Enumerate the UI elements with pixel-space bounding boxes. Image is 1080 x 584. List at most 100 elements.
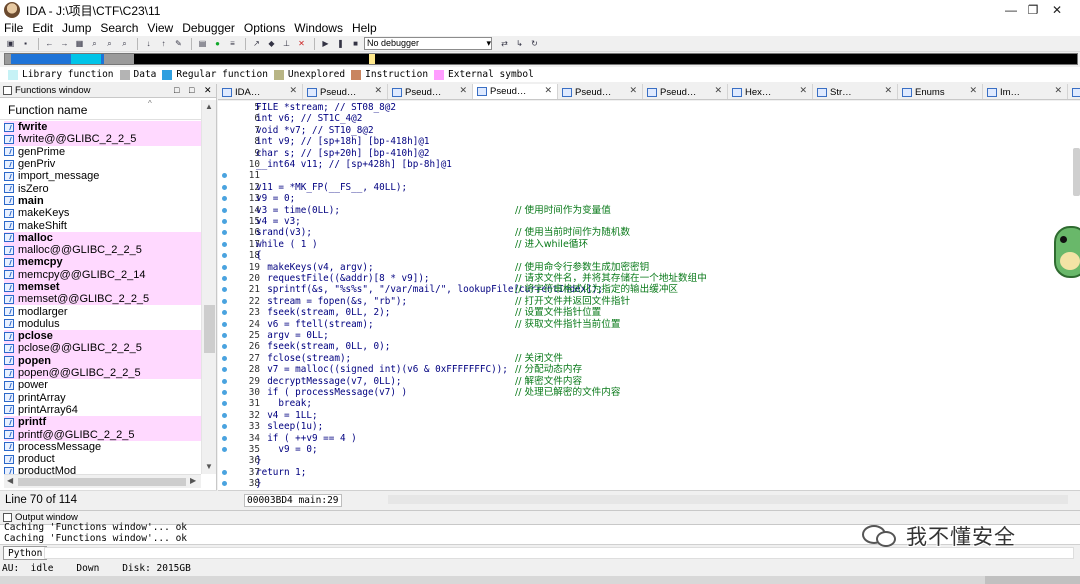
code-line[interactable]: 24 v6 = ftell(stream);// 获取文件指针当前位置 bbox=[218, 319, 1080, 330]
code-line[interactable]: 14 v3 = time(0LL);// 使用时间作为变量值 bbox=[218, 205, 1080, 216]
tab-close-icon[interactable]: ✕ bbox=[289, 85, 297, 96]
save-icon[interactable]: ▪ bbox=[19, 38, 32, 50]
function-list-item[interactable]: fwrite@@GLIBC_2_2_5 bbox=[4, 133, 201, 146]
code-line[interactable]: 30 if ( processMessage(v7) )// 处理已解密的文件内… bbox=[218, 387, 1080, 398]
code-line[interactable]: 26 fseek(stream, 0LL, 0); bbox=[218, 341, 1080, 352]
pointer-icon[interactable]: ↗ bbox=[250, 38, 263, 50]
code-line[interactable]: 34 if ( ++v9 == 4 ) bbox=[218, 433, 1080, 444]
code-line[interactable]: 6 int v6; // ST1C_4@2 bbox=[218, 113, 1080, 124]
refresh-icon[interactable]: ↻ bbox=[528, 38, 541, 50]
code-line[interactable]: 7 void *v7; // ST10_8@2 bbox=[218, 125, 1080, 136]
close-panel-button[interactable]: ✕ bbox=[204, 85, 212, 96]
play-icon[interactable]: ▶ bbox=[319, 38, 332, 50]
menu-help[interactable]: Help bbox=[352, 21, 377, 35]
code-line[interactable]: 35 v9 = 0; bbox=[218, 444, 1080, 455]
menu-jump[interactable]: Jump bbox=[62, 21, 91, 35]
function-list-item[interactable]: productMod bbox=[4, 465, 201, 474]
patch-icon[interactable]: ✎ bbox=[172, 38, 185, 50]
menu-edit[interactable]: Edit bbox=[32, 21, 53, 35]
function-list-item[interactable]: malloc bbox=[4, 231, 201, 244]
step-icon[interactable]: ↳ bbox=[513, 38, 526, 50]
code-line[interactable]: 37 return 1; bbox=[218, 467, 1080, 478]
code-line[interactable]: 32 v4 = 1LL; bbox=[218, 410, 1080, 421]
code-line[interactable]: 12 v11 = *MK_FP(__FS__, 40LL); bbox=[218, 182, 1080, 193]
cross-icon[interactable]: ✕ bbox=[295, 38, 308, 50]
tab-close-icon[interactable]: ✕ bbox=[544, 85, 552, 96]
hex-icon[interactable]: ▦ bbox=[73, 38, 86, 50]
pause-icon[interactable]: ❚ bbox=[334, 38, 347, 50]
menu-windows[interactable]: Windows bbox=[294, 21, 343, 35]
function-list-item[interactable]: fwrite bbox=[4, 121, 201, 134]
function-list-item[interactable]: processMessage bbox=[4, 441, 201, 453]
open-icon[interactable]: ▣ bbox=[4, 38, 17, 50]
breakpoint-dot-icon[interactable] bbox=[222, 321, 227, 327]
code-line[interactable]: 33 sleep(1u); bbox=[218, 421, 1080, 432]
breakpoint-dot-icon[interactable] bbox=[222, 344, 227, 350]
code-line[interactable]: 27 fclose(stream);// 关闭文件 bbox=[218, 353, 1080, 364]
float-button[interactable]: □ bbox=[174, 85, 179, 95]
tab-6[interactable]: Hex… ✕ bbox=[728, 84, 813, 99]
menu-options[interactable]: Options bbox=[244, 21, 285, 35]
breakpoint-dot-icon[interactable] bbox=[222, 367, 227, 373]
tab-close-icon[interactable]: ✕ bbox=[1054, 85, 1062, 96]
code-line[interactable]: 20 requestFile((&addr)[8 * v9]);// 请求文件名… bbox=[218, 273, 1080, 284]
breakpoint-dot-icon[interactable] bbox=[222, 401, 227, 407]
function-list-item[interactable]: memcpy bbox=[4, 256, 201, 269]
breakpoint-dot-icon[interactable] bbox=[222, 333, 227, 338]
breakpoint-dot-icon[interactable] bbox=[222, 435, 227, 441]
side-scroll-handle[interactable] bbox=[1073, 148, 1080, 196]
function-list-item[interactable]: main bbox=[4, 195, 201, 207]
pin-icon[interactable]: ⊥ bbox=[280, 38, 293, 50]
menu-debugger[interactable]: Debugger bbox=[182, 21, 235, 35]
tab-0[interactable]: IDA… ✕ bbox=[218, 84, 303, 99]
scroll-down-icon[interactable]: ▼ bbox=[205, 462, 213, 471]
function-list-item[interactable]: memset bbox=[4, 280, 201, 294]
export-icon[interactable]: ↑ bbox=[157, 38, 170, 50]
code-line[interactable]: 38} bbox=[218, 478, 1080, 489]
search-binary-icon[interactable]: ⌕ bbox=[88, 38, 101, 50]
pseudocode-view[interactable]: 5 FILE *stream; // ST08_8@2 6 int v6; // ST… bbox=[218, 101, 1080, 490]
function-list-item[interactable]: power bbox=[4, 379, 201, 391]
code-line[interactable]: 11 bbox=[218, 170, 1080, 181]
tab-close-icon[interactable]: ✕ bbox=[799, 85, 807, 96]
breakpoint-dot-icon[interactable] bbox=[222, 310, 227, 316]
code-line[interactable]: 8 int v9; // [sp+18h] [bp-418h]@1 bbox=[218, 136, 1080, 147]
breakpoint-dot-icon[interactable] bbox=[222, 390, 227, 395]
function-list-item[interactable]: popen bbox=[4, 354, 201, 367]
menu-view[interactable]: View bbox=[147, 21, 173, 35]
graph-icon[interactable]: ▤ bbox=[196, 38, 209, 50]
breakpoint-dot-icon[interactable] bbox=[222, 253, 227, 259]
code-line[interactable]: 10 __int64 v11; // [sp+428h] [bp-8h]@1 bbox=[218, 159, 1080, 170]
tab-10[interactable]: Ex…✕ bbox=[1068, 84, 1080, 99]
tab-3[interactable]: Pseud… ✕ bbox=[473, 84, 558, 99]
scroll-up-icon[interactable]: ▲ bbox=[205, 102, 213, 111]
tab-9[interactable]: Im… ✕ bbox=[983, 84, 1068, 99]
code-line[interactable]: 28 v7 = malloc((signed int)(v6 & 0xFFFFF… bbox=[218, 364, 1080, 375]
search-next-icon[interactable]: ⌕ bbox=[118, 38, 131, 50]
tab-1[interactable]: Pseud… ✕ bbox=[303, 84, 388, 99]
green-run-icon[interactable]: ● bbox=[211, 38, 224, 50]
breakpoint-dot-icon[interactable] bbox=[222, 447, 227, 452]
breakpoint-dot-icon[interactable] bbox=[222, 184, 227, 190]
hscroll-thumb[interactable] bbox=[18, 478, 186, 486]
code-line[interactable]: 29 decryptMessage(v7, 0LL);// 解密文件内容 bbox=[218, 376, 1080, 387]
function-list-item[interactable]: makeShift bbox=[4, 219, 201, 232]
menu-search[interactable]: Search bbox=[100, 21, 138, 35]
function-list-item[interactable]: malloc@@GLIBC_2_2_5 bbox=[4, 243, 201, 257]
close-button[interactable]: ✕ bbox=[1034, 0, 1080, 20]
tab-close-icon[interactable]: ✕ bbox=[629, 85, 637, 96]
function-list-item[interactable]: printArray bbox=[4, 392, 201, 404]
function-list-item[interactable]: makeKeys bbox=[4, 207, 201, 219]
code-line[interactable]: 36} bbox=[218, 455, 1080, 466]
code-horizontal-scrollbar[interactable] bbox=[388, 495, 1068, 504]
breakpoint-dot-icon[interactable] bbox=[222, 264, 227, 270]
code-line[interactable]: 19 makeKeys(v4, argv);// 使用命令行参数生成加密密钥 bbox=[218, 262, 1080, 273]
function-list-item[interactable]: genPriv bbox=[4, 158, 201, 170]
function-list-item[interactable]: printf bbox=[4, 416, 201, 429]
scroll-thumb[interactable] bbox=[204, 305, 215, 353]
code-line[interactable]: 16 srand(v3);// 使用当前时间作为随机数 bbox=[218, 227, 1080, 238]
tab-2[interactable]: Pseud… ✕ bbox=[388, 84, 473, 99]
tab-7[interactable]: Str… ✕ bbox=[813, 84, 898, 99]
breakpoint-dot-icon[interactable] bbox=[222, 424, 227, 430]
breakpoint-dot-icon[interactable] bbox=[222, 355, 227, 361]
